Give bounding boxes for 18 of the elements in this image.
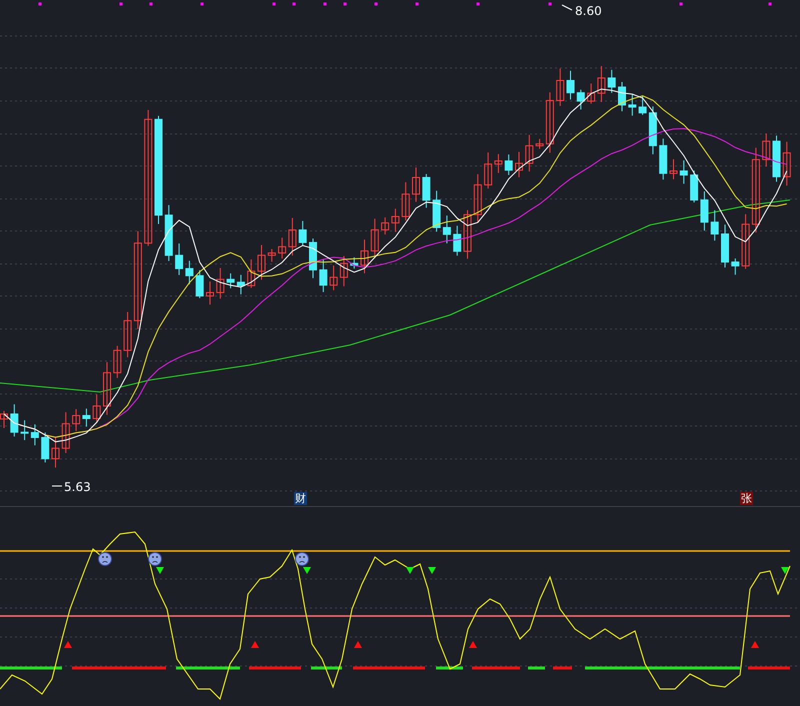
up-triangle-icon <box>751 641 759 648</box>
down-triangle-icon <box>781 567 789 574</box>
event-marker[interactable]: 财 <box>294 492 307 505</box>
down-triangle-icon <box>428 567 436 574</box>
down-triangle-icon <box>406 567 414 574</box>
leader-line <box>562 4 572 10</box>
sad-face-icon <box>295 552 309 566</box>
up-triangle-icon <box>64 641 72 648</box>
sad-face-icon <box>148 552 162 566</box>
high-price-label: 8.60 <box>575 3 602 20</box>
event-marker[interactable]: 张 <box>740 492 753 505</box>
up-triangle-icon <box>251 641 259 648</box>
sad-face-icon <box>98 552 112 566</box>
down-triangle-icon <box>156 567 164 574</box>
down-triangle-icon <box>303 567 311 574</box>
low-price-label: 5.63 <box>64 479 91 496</box>
up-triangle-icon <box>354 641 362 648</box>
up-triangle-icon <box>469 641 477 648</box>
